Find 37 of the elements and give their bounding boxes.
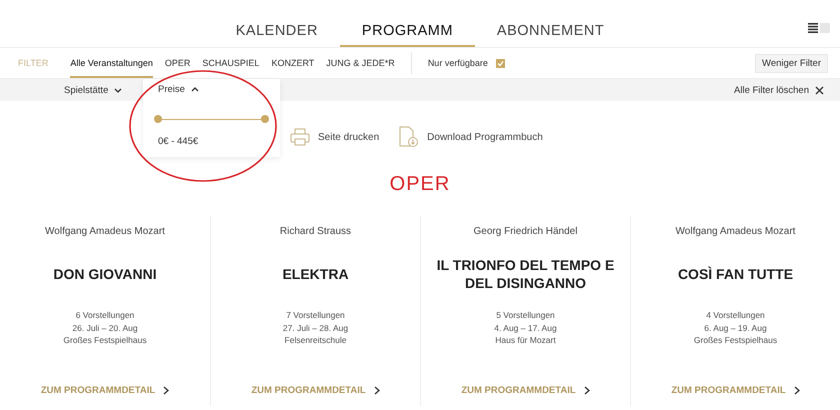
venue-name: Haus für Mozart — [495, 334, 556, 346]
performance-count: 4 Vorstellungen — [706, 309, 765, 322]
composer-name: Wolfgang Amadeus Mozart — [676, 226, 796, 237]
venue-name: Großes Festspielhaus — [694, 334, 778, 346]
production-title: ELEKTRA — [281, 264, 350, 284]
nav-tab[interactable]: KALENDER — [214, 23, 340, 47]
performance-count: 6 Vorstellungen — [76, 309, 134, 322]
date-range: 27. Juli – 28. Aug — [282, 322, 348, 334]
composer-name: Wolfgang Amadeus Mozart — [45, 226, 165, 237]
category-filter[interactable]: SCHAUSPIEL — [202, 48, 260, 78]
category-filter[interactable]: KONZERT — [271, 48, 314, 78]
price-dropdown[interactable]: Preise — [158, 84, 265, 95]
nav-tab[interactable]: PROGRAMM — [340, 23, 475, 47]
composer-name: Georg Friedrich Händel — [474, 226, 578, 237]
download-link[interactable]: Download Programmbuch — [399, 123, 543, 151]
print-link[interactable]: Seite drucken — [290, 123, 380, 151]
performance-count: 7 Vorstellungen — [286, 309, 345, 322]
price-range: 0€ - 445€ — [158, 136, 200, 147]
category-filter[interactable]: OPER — [164, 48, 190, 78]
production-title: COSÌ FAN TUTTE — [676, 264, 794, 284]
production-title: DON GIOVANNI — [52, 264, 158, 284]
venue-name: Felsenreitschule — [284, 334, 346, 346]
venue-name: Großes Festspielhaus — [63, 334, 147, 346]
nav-tab[interactable]: ABONNEMENT — [474, 23, 626, 47]
filter-label: FILTER — [18, 58, 48, 68]
section-title: OPER — [388, 173, 452, 196]
date-range: 4. Aug – 17. Aug — [494, 322, 557, 334]
composer-name: Richard Strauss — [280, 226, 352, 237]
clear-filters-button[interactable]: Alle Filter löschen — [734, 84, 824, 96]
performance-count: 5 Vorstellungen — [496, 309, 555, 322]
date-range: 6. Aug – 19. Aug — [704, 322, 767, 334]
less-filter-button[interactable]: Weniger Filter — [755, 54, 828, 72]
category-filter[interactable]: JUNG & JEDE*R — [326, 48, 395, 78]
date-range: 26. Juli – 20. Aug — [72, 322, 138, 334]
production-title: IL TRIONFO DEL TEMPO E DEL DISINGANNO — [436, 256, 616, 292]
available-label: Nur verfügbare — [428, 58, 488, 68]
venue-dropdown[interactable]: Spielstätte — [64, 84, 122, 96]
